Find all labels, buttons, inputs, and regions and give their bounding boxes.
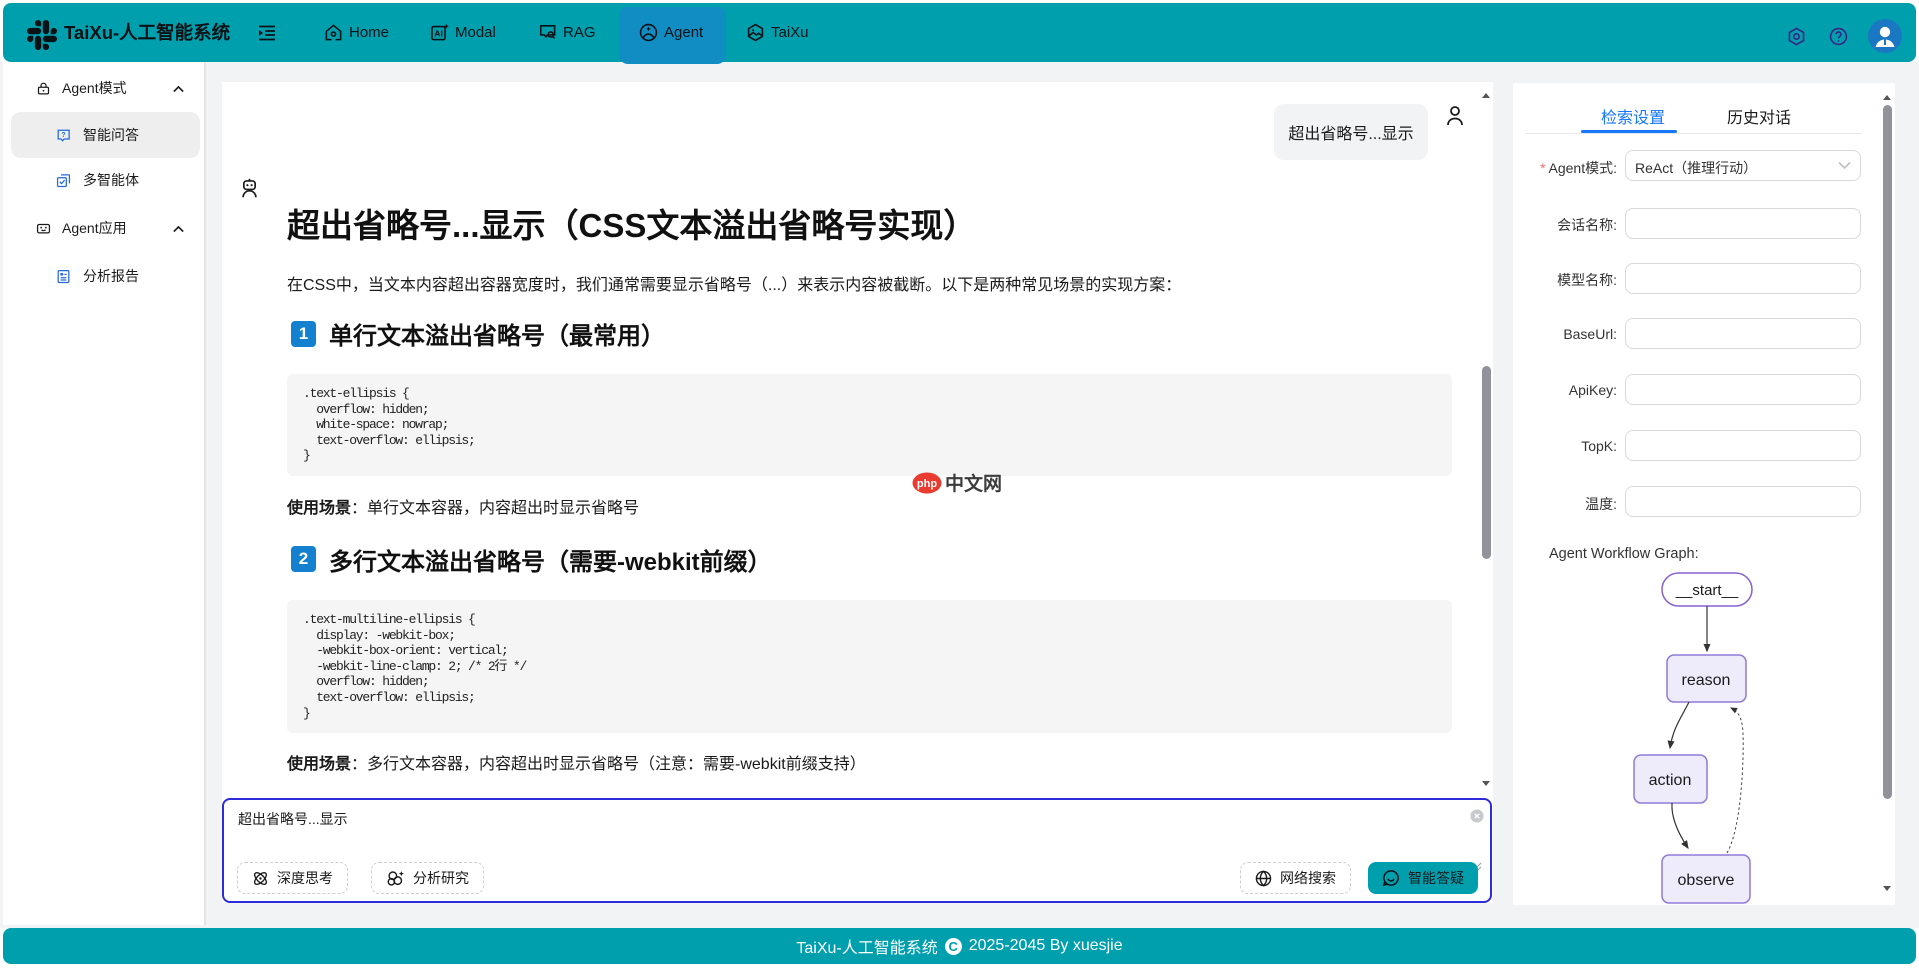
svg-text:reason: reason [1682,672,1731,689]
svg-text:php: php [917,478,937,490]
svg-text:?: ? [61,132,65,139]
svg-text:action: action [1649,772,1692,789]
svg-text:AI: AI [434,29,443,39]
svg-text:observe: observe [1678,872,1735,889]
svg-text:__start__: __start__ [1675,582,1739,599]
